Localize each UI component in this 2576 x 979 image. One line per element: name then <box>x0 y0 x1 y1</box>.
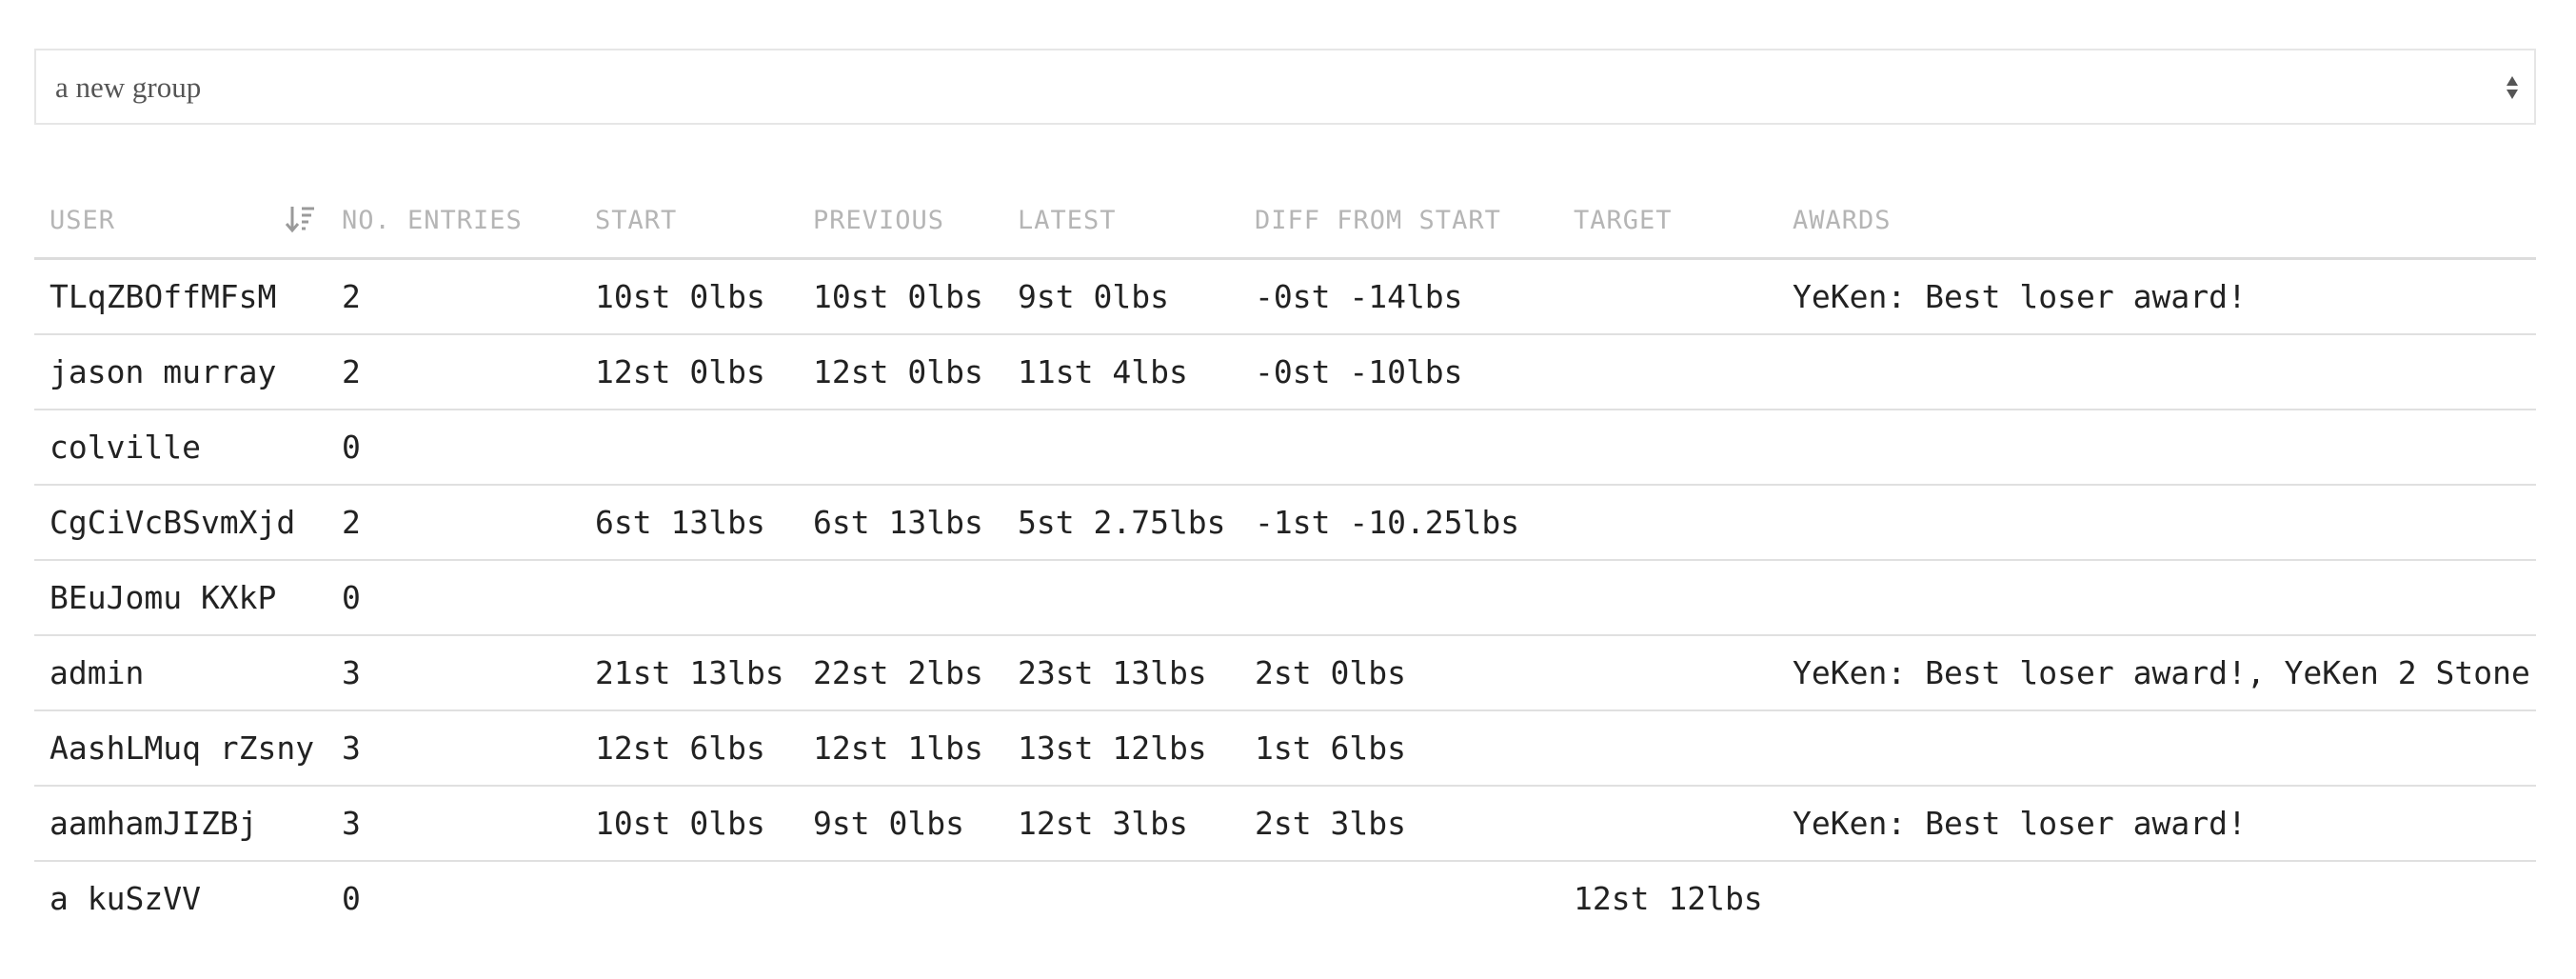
cell-awards: YeKen: Best loser award!, YeKen 2 Stone <box>1777 635 2536 711</box>
cell-awards <box>1777 485 2536 561</box>
sort-descending-icon[interactable] <box>285 204 315 234</box>
cell-start: 10st 0lbs <box>580 786 798 862</box>
cell-previous: 6st 13lbs <box>798 485 1002 561</box>
cell-user: TLqZBOffMFsM <box>34 258 327 335</box>
cell-target: 12st 12lbs <box>1574 880 1763 917</box>
cell-user: admin <box>34 635 327 711</box>
group-select[interactable]: a new group <box>34 49 2536 125</box>
cell-user: jason murray <box>34 334 327 410</box>
cell-user: a kuSzVV <box>50 880 201 917</box>
table-row: colville 0 <box>34 410 2536 486</box>
cell-latest <box>1002 560 1239 636</box>
cell-diff: -0st -14lbs <box>1239 258 1558 335</box>
cell-entries: 0 <box>327 410 580 486</box>
cell-previous: 12st 0lbs <box>798 334 1002 410</box>
table-row: aamhamJIZBj 3 10st 0lbs 9st 0lbs 12st 3l… <box>34 786 2536 862</box>
table-row: admin 3 21st 13lbs 22st 2lbs 23st 13lbs … <box>34 635 2536 711</box>
column-header-user[interactable]: USER <box>34 183 327 260</box>
cell-start: 21st 13lbs <box>580 635 798 711</box>
cell-target <box>1558 710 1777 787</box>
cell-user: aamhamJIZBj <box>34 786 327 862</box>
cell-diff: -1st -10.25lbs <box>1239 485 1558 561</box>
cell-target <box>1558 485 1777 561</box>
cell-previous <box>798 861 1002 935</box>
cell-diff <box>1239 861 1558 935</box>
cell-user: BEuJomu KXkP <box>34 560 327 636</box>
cell-start <box>580 861 798 935</box>
cell-user: CgCiVcBSvmXjd <box>34 485 327 561</box>
cell-entries: 0 <box>327 560 580 636</box>
cell-start <box>580 410 798 486</box>
select-arrows-icon <box>2507 76 2518 99</box>
cell-diff: 2st 3lbs <box>1239 786 1558 862</box>
cell-user: colville <box>34 410 327 486</box>
cell-start: 6st 13lbs <box>580 485 798 561</box>
cell-target <box>1558 635 1777 711</box>
cell-previous: 22st 2lbs <box>798 635 1002 711</box>
cell-latest: 11st 4lbs <box>1002 334 1239 410</box>
cell-awards <box>1777 710 2536 787</box>
cell-diff <box>1239 560 1558 636</box>
column-header-previous[interactable]: PREVIOUS <box>798 183 1002 260</box>
cell-diff: -0st -10lbs <box>1239 334 1558 410</box>
cell-start <box>580 560 798 636</box>
table-row: CgCiVcBSvmXjd 2 6st 13lbs 6st 13lbs 5st … <box>34 485 2536 561</box>
table-row: a kuSzVV 0 12st 12lbs <box>34 861 2536 935</box>
cell-latest: 5st 2.75lbs <box>1002 485 1239 561</box>
column-header-target[interactable]: TARGET <box>1558 183 1777 260</box>
cell-diff <box>1239 410 1558 486</box>
table-row: TLqZBOffMFsM 2 10st 0lbs 10st 0lbs 9st 0… <box>34 258 2536 335</box>
group-select-value: a new group <box>55 70 202 104</box>
cell-entries: 0 <box>342 880 361 917</box>
cell-latest <box>1002 410 1239 486</box>
column-header-start[interactable]: START <box>580 183 798 260</box>
cell-entries: 3 <box>327 786 580 862</box>
table-row: AashLMuq rZsny 3 12st 6lbs 12st 1lbs 13s… <box>34 710 2536 787</box>
cell-previous: 12st 1lbs <box>798 710 1002 787</box>
cell-entries: 2 <box>327 485 580 561</box>
cell-latest: 12st 3lbs <box>1002 786 1239 862</box>
cell-target <box>1558 560 1777 636</box>
cell-awards <box>1777 410 2536 486</box>
cell-awards <box>1777 560 2536 636</box>
cell-start: 12st 6lbs <box>580 710 798 787</box>
cell-target <box>1558 258 1777 335</box>
column-header-latest[interactable]: LATEST <box>1002 183 1239 260</box>
results-table: USER NO. ENTRIES START PREVIOUS LATEST D… <box>34 183 2536 935</box>
cell-target <box>1558 410 1777 486</box>
cell-entries: 3 <box>327 710 580 787</box>
cell-awards <box>1777 334 2536 410</box>
cell-entries: 3 <box>327 635 580 711</box>
cell-diff: 1st 6lbs <box>1239 710 1558 787</box>
cell-previous: 9st 0lbs <box>798 786 1002 862</box>
cell-diff: 2st 0lbs <box>1239 635 1558 711</box>
cell-entries: 2 <box>327 334 580 410</box>
table-row: jason murray 2 12st 0lbs 12st 0lbs 11st … <box>34 334 2536 410</box>
cell-start: 10st 0lbs <box>580 258 798 335</box>
cell-awards: YeKen: Best loser award! <box>1777 258 2536 335</box>
column-header-awards[interactable]: AWARDS <box>1777 183 2536 260</box>
cell-target <box>1558 334 1777 410</box>
cell-awards: YeKen: Best loser award! <box>1777 786 2536 862</box>
cell-latest <box>1002 861 1239 935</box>
cell-user: AashLMuq rZsny <box>34 710 327 787</box>
cell-latest: 9st 0lbs <box>1002 258 1239 335</box>
cell-target <box>1558 786 1777 862</box>
column-header-entries[interactable]: NO. ENTRIES <box>327 183 580 260</box>
cell-previous <box>798 410 1002 486</box>
cell-start: 12st 0lbs <box>580 334 798 410</box>
table-row: BEuJomu KXkP 0 <box>34 560 2536 636</box>
cell-previous: 10st 0lbs <box>798 258 1002 335</box>
cell-latest: 23st 13lbs <box>1002 635 1239 711</box>
column-header-user-label: USER <box>50 205 116 235</box>
cell-latest: 13st 12lbs <box>1002 710 1239 787</box>
column-header-diff[interactable]: DIFF FROM START <box>1239 183 1558 260</box>
table-header-row: USER NO. ENTRIES START PREVIOUS LATEST D… <box>34 183 2536 260</box>
cell-previous <box>798 560 1002 636</box>
results-table-container: USER NO. ENTRIES START PREVIOUS LATEST D… <box>34 183 2536 935</box>
cell-entries: 2 <box>327 258 580 335</box>
cell-awards <box>1777 861 2536 935</box>
